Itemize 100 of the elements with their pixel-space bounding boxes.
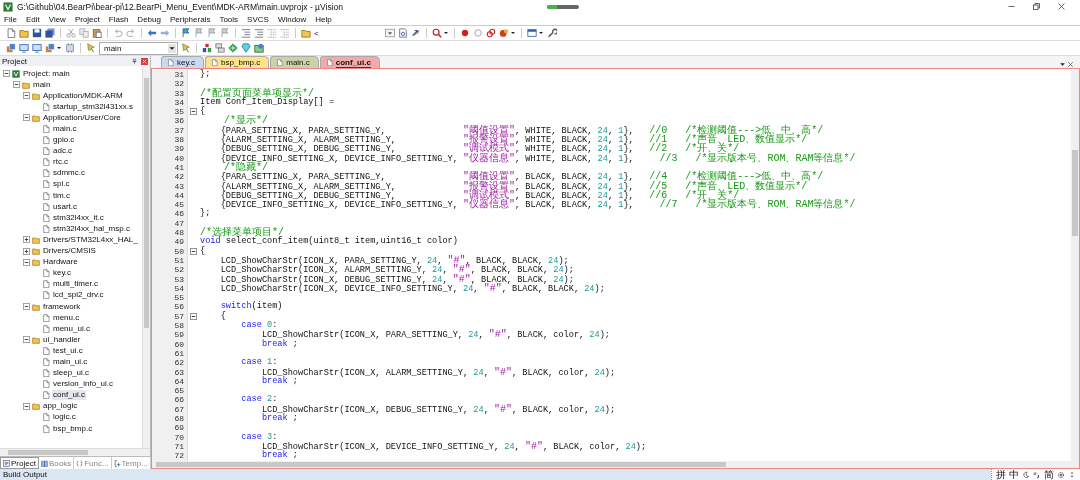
expand-toggle[interactable] xyxy=(23,247,30,255)
menu-item[interactable]: Project xyxy=(74,14,100,24)
expand-toggle[interactable] xyxy=(13,81,20,89)
save-icon[interactable] xyxy=(32,28,42,38)
file-tab[interactable]: key.c xyxy=(161,56,205,68)
tree-item[interactable]: main xyxy=(32,79,52,90)
save-all-icon[interactable] xyxy=(45,28,55,38)
scrollbar[interactable] xyxy=(0,448,150,456)
tree-item[interactable]: adc.c xyxy=(52,146,74,157)
bookmark-next-icon[interactable] xyxy=(207,28,217,38)
unindent-icon[interactable] xyxy=(254,28,264,38)
caret-icon[interactable] xyxy=(443,30,449,36)
tree-item[interactable]: startup_stm32l431xx.s xyxy=(52,101,135,112)
tree-item[interactable]: stm32l4xx_it.c xyxy=(52,212,105,223)
menu-item[interactable]: Debug xyxy=(137,14,161,24)
clear-bookmarks-icon[interactable] xyxy=(220,28,230,38)
tree-item[interactable]: usart.c xyxy=(52,201,78,212)
punctuation-icon[interactable] xyxy=(1033,470,1041,479)
fold-toggle[interactable] xyxy=(189,108,197,116)
boxes-icon[interactable] xyxy=(215,43,225,53)
grid-icon[interactable] xyxy=(254,43,264,53)
breakpoint-icon[interactable] xyxy=(460,28,470,38)
scrollbar[interactable] xyxy=(152,461,1079,468)
file-tab[interactable]: main.c xyxy=(270,56,319,68)
close-icon[interactable] xyxy=(1067,61,1074,68)
restore-icon[interactable] xyxy=(1032,2,1041,11)
tree-item[interactable]: version_info_ui.c xyxy=(52,379,115,390)
more-icon[interactable] xyxy=(1068,470,1076,479)
tree-item[interactable]: bsp_bmp.c xyxy=(52,423,94,434)
rebuild-icon[interactable] xyxy=(32,43,42,53)
tree-item[interactable]: stm32l4xx_hal_msp.c xyxy=(52,223,131,234)
menu-item[interactable]: SVCS xyxy=(247,14,269,24)
indent-icon[interactable] xyxy=(241,28,251,38)
menu-item[interactable]: Edit xyxy=(25,14,40,24)
expand-toggle[interactable] xyxy=(23,303,30,310)
tree-item[interactable]: Application/User/Core xyxy=(42,112,122,123)
expand-toggle[interactable] xyxy=(23,402,30,410)
caret-icon[interactable] xyxy=(56,45,62,51)
close-icon[interactable] xyxy=(1057,2,1066,11)
gem-icon[interactable] xyxy=(241,43,251,53)
bookmark-previous-icon[interactable] xyxy=(194,28,204,38)
tree-item[interactable]: main_ui.c xyxy=(52,357,89,367)
pin-icon[interactable] xyxy=(131,57,138,65)
caret-icon[interactable] xyxy=(538,30,544,36)
tree-item[interactable]: test_ui.c xyxy=(52,345,84,356)
tree-item[interactable]: framework xyxy=(42,301,82,312)
bug-icon[interactable] xyxy=(499,28,509,38)
tree-item[interactable]: app_logic xyxy=(42,401,79,412)
ime-key[interactable]: 拼 xyxy=(996,469,1006,480)
caret-icon[interactable] xyxy=(510,30,516,36)
target-select[interactable]: main xyxy=(99,41,178,55)
tree-item[interactable]: Application/MDK-ARM xyxy=(42,90,124,101)
tree-item[interactable]: main.c xyxy=(52,124,78,134)
ime-key[interactable]: 中 xyxy=(1009,469,1019,480)
menu-item[interactable]: Tools xyxy=(219,14,239,24)
manage-components-icon[interactable] xyxy=(202,43,212,53)
build-icon[interactable] xyxy=(19,43,29,53)
tree-item[interactable]: gpio.c xyxy=(52,135,76,146)
tree-item[interactable]: logic.c xyxy=(52,412,77,423)
tree-item[interactable]: Drivers/CMSIS xyxy=(42,246,97,257)
tree-item[interactable]: sdmmc.c xyxy=(52,168,86,179)
expand-toggle[interactable] xyxy=(23,92,30,100)
expand-toggle[interactable] xyxy=(3,70,10,78)
scrollbar[interactable] xyxy=(142,66,150,448)
caret-icon[interactable] xyxy=(168,43,176,53)
tree-item[interactable]: multi_timer.c xyxy=(52,279,99,290)
debug-icon[interactable] xyxy=(432,28,442,38)
diamond-icon[interactable] xyxy=(228,43,238,53)
tree-item[interactable]: tim.c xyxy=(52,190,71,201)
expand-toggle[interactable] xyxy=(23,114,30,122)
menu-item[interactable]: Flash xyxy=(108,14,129,24)
panel-tab[interactable]: Project xyxy=(0,457,39,469)
moon-icon[interactable] xyxy=(1022,470,1030,479)
tree-item[interactable]: lcd_spi2_drv.c xyxy=(52,290,105,301)
scrollbar[interactable] xyxy=(1071,70,1079,461)
menu-item[interactable]: View xyxy=(48,14,66,24)
find-in-files-icon[interactable] xyxy=(301,28,311,38)
menu-item[interactable]: Peripherals xyxy=(169,14,211,24)
back-arrow-icon[interactable] xyxy=(147,28,157,38)
bookmark-icon[interactable] xyxy=(181,28,191,38)
tree-item[interactable]: Project: main xyxy=(22,68,71,79)
tree-item[interactable]: rtc.c xyxy=(52,157,70,168)
tree-item[interactable]: conf_ui.c xyxy=(52,390,87,401)
kill-breakpoints-icon[interactable] xyxy=(486,28,496,38)
ime-key[interactable]: 简 xyxy=(1044,469,1054,480)
settings-icon[interactable] xyxy=(547,28,557,38)
search-combo-icon[interactable] xyxy=(385,28,395,38)
incremental-find-icon[interactable] xyxy=(411,28,421,38)
tree-item[interactable]: menu.c xyxy=(52,312,81,323)
tree-item[interactable]: key.c xyxy=(52,268,73,279)
window-layout-icon[interactable] xyxy=(527,28,537,38)
new-file-icon[interactable] xyxy=(6,28,16,38)
file-tab[interactable]: conf_ui.c xyxy=(319,56,380,68)
fold-toggle[interactable] xyxy=(189,247,197,255)
dropdown-icon[interactable] xyxy=(1059,61,1066,68)
tree-item[interactable]: ui_handler xyxy=(42,334,82,345)
batch-build-icon[interactable] xyxy=(45,43,55,53)
menu-item[interactable]: File xyxy=(4,14,17,24)
menu-item[interactable]: Window xyxy=(277,14,307,24)
expand-toggle[interactable] xyxy=(23,258,30,266)
